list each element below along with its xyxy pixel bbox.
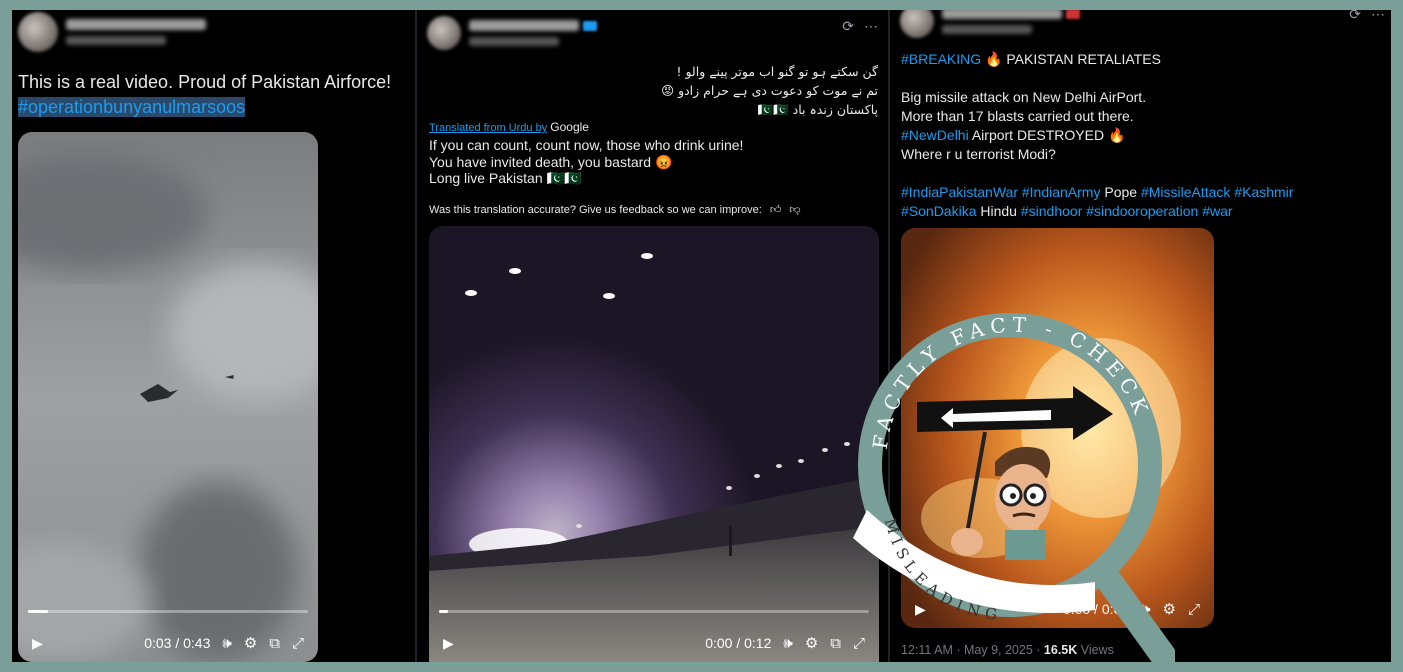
video-player[interactable]: ▶ 0:00 / 0:12 🕪 ⚙ ⧉ ⤢ xyxy=(429,226,879,662)
video-time: 0:03 / 0:43 xyxy=(144,635,211,651)
avatar[interactable] xyxy=(18,12,58,52)
translated-text: If you can count, count now, those who d… xyxy=(429,137,743,187)
settings-icon[interactable]: ⚙ xyxy=(805,634,818,652)
tweet-panel-1: This is a real video. Proud of Pakistan … xyxy=(12,10,415,662)
play-icon[interactable]: ▶ xyxy=(443,635,454,652)
video-time: 0:00 / 0:08 xyxy=(1062,601,1130,617)
tweet-line: More than 17 blasts carried out there. xyxy=(901,108,1134,124)
blurred-user-info xyxy=(469,20,597,46)
tweet-header[interactable] xyxy=(427,16,597,50)
tweet-text: Hindu xyxy=(980,203,1017,219)
timestamp[interactable]: 12:11 AM · May 9, 2025 · xyxy=(901,643,1040,657)
fullscreen-icon[interactable]: ⤢ xyxy=(292,635,304,652)
tweet-line: #NewDelhi Airport DESTROYED 🔥 xyxy=(901,126,1383,145)
video-progress-bar[interactable] xyxy=(439,610,869,613)
screenshot-frame: This is a real video. Proud of Pakistan … xyxy=(12,10,1391,662)
video-player[interactable]: ▶ 0:00 / 0:08 🕪 ⚙ ⤢ xyxy=(901,228,1214,628)
video-progress-fill xyxy=(28,610,48,613)
tweet-line: Where r u terrorist Modi? xyxy=(901,146,1056,162)
avatar[interactable] xyxy=(900,10,934,38)
urdu-line: گن سکتے ہو تو گنو اب موتر پینے والو ! xyxy=(676,64,878,79)
blurred-user-info xyxy=(942,10,1080,34)
hashtag-link[interactable]: #IndiaPakistanWar #IndianArmy xyxy=(901,184,1100,200)
video-frame xyxy=(901,228,1214,628)
tweet-panel-2: ⟳ ⋯ گن سکتے ہو تو گنو اب موتر پینے والو … xyxy=(417,10,888,662)
urdu-line: تم نے موت کو دعوت دی ہے حرام زادو 😡 xyxy=(661,83,878,98)
blurred-user-info xyxy=(66,19,206,45)
views-label: Views xyxy=(1080,643,1114,657)
tweet-body: This is a real video. Proud of Pakistan … xyxy=(18,70,409,120)
video-controls: ▶ 0:00 / 0:12 🕪 ⚙ ⧉ ⤢ xyxy=(429,606,879,662)
video-player[interactable]: ▶ 0:03 / 0:43 🕪 ⚙ ⧉ ⤢ xyxy=(18,132,318,662)
breaking-line: #BREAKING 🔥 PAKISTAN RETALIATES xyxy=(901,50,1383,69)
video-frame xyxy=(429,226,879,662)
hashtag-row: #IndiaPakistanWar #IndianArmy Pope #Miss… xyxy=(901,183,1383,202)
tweet-text: Pope xyxy=(1104,184,1138,200)
thumbs-down-icon[interactable]: 👎︎ xyxy=(789,203,800,216)
translation-line: You have invited death, you bastard 😡 xyxy=(429,153,673,170)
play-icon[interactable]: ▶ xyxy=(32,635,43,652)
translation-line: Long live Pakistan 🇵🇰🇵🇰 xyxy=(429,170,582,186)
hashtag-link[interactable]: #sindhoor #sindooroperation #war xyxy=(1021,203,1233,219)
hashtag-link[interactable]: #NewDelhi xyxy=(901,127,969,143)
hashtag-link[interactable]: #BREAKING xyxy=(901,51,981,67)
tweet-header[interactable] xyxy=(18,12,206,52)
volume-icon[interactable]: 🕪 xyxy=(1141,601,1150,618)
translation-feedback: Was this translation accurate? Give us f… xyxy=(429,203,800,217)
fullscreen-icon[interactable]: ⤢ xyxy=(853,635,865,652)
tweet-text: This is a real video. Proud of Pakistan … xyxy=(18,72,392,92)
views-count: 16.5K xyxy=(1043,643,1078,657)
play-icon[interactable]: ▶ xyxy=(915,601,926,618)
hashtag-link[interactable]: #MissileAttack #Kashmir xyxy=(1141,184,1294,200)
google-logo: Google xyxy=(550,120,589,134)
tweet-line: Big missile attack on New Delhi AirPort. xyxy=(901,89,1147,105)
picture-in-picture-icon[interactable]: ⧉ xyxy=(269,635,280,652)
hashtag-link[interactable]: #operationbunyanulmarsoos xyxy=(18,97,246,117)
settings-icon[interactable]: ⚙ xyxy=(1163,600,1176,618)
more-icon[interactable]: ⋯ xyxy=(864,18,878,35)
video-progress-fill xyxy=(439,610,448,613)
breaking-text: PAKISTAN RETALIATES xyxy=(1006,51,1161,67)
video-time: 0:00 / 0:12 xyxy=(705,635,772,651)
avatar[interactable] xyxy=(427,16,461,50)
video-progress-bar[interactable] xyxy=(28,610,308,613)
hashtag-link[interactable]: #SonDakika xyxy=(901,203,977,219)
tweet-body: #BREAKING 🔥 PAKISTAN RETALIATES Big miss… xyxy=(901,50,1383,221)
grok-icon[interactable]: ⟳ xyxy=(842,18,854,35)
video-controls: ▶ 0:03 / 0:43 🕪 ⚙ ⧉ ⤢ xyxy=(18,606,318,662)
fire-emoji: 🔥 xyxy=(1107,127,1126,143)
video-frame xyxy=(18,132,318,662)
volume-icon[interactable]: 🕪 xyxy=(783,635,792,652)
urdu-line: پاکستان زندہ باد 🇵🇰🇵🇰 xyxy=(757,102,878,117)
translation-attribution[interactable]: Translated from Urdu by Google xyxy=(429,120,589,134)
fullscreen-icon[interactable]: ⤢ xyxy=(1188,601,1200,618)
volume-icon[interactable]: 🕪 xyxy=(222,635,231,652)
picture-in-picture-icon[interactable]: ⧉ xyxy=(830,635,841,652)
hashtag-row: #SonDakika Hindu #sindhoor #sindooropera… xyxy=(901,202,1383,221)
grok-icon[interactable]: ⟳ xyxy=(1349,10,1361,23)
tweet-panel-3: ⟳ ⋯ #BREAKING 🔥 PAKISTAN RETALIATES Big … xyxy=(890,10,1391,662)
feedback-text: Was this translation accurate? Give us f… xyxy=(429,203,762,216)
translation-line: If you can count, count now, those who d… xyxy=(429,137,744,153)
video-controls: ▶ 0:00 / 0:08 🕪 ⚙ ⤢ xyxy=(901,572,1214,628)
more-icon[interactable]: ⋯ xyxy=(1371,10,1385,23)
tweet-header[interactable] xyxy=(900,10,1080,38)
fire-emoji: 🔥 xyxy=(985,51,1003,67)
tweet-text: Airport DESTROYED xyxy=(971,127,1105,143)
translated-from-label[interactable]: Translated from Urdu by xyxy=(429,122,547,134)
settings-icon[interactable]: ⚙ xyxy=(244,634,257,652)
thumbs-up-icon[interactable]: 👍︎ xyxy=(770,203,782,216)
tweet-meta: 12:11 AM · May 9, 2025 · 16.5K Views xyxy=(901,643,1114,657)
urdu-tweet-text: گن سکتے ہو تو گنو اب موتر پینے والو ! تم… xyxy=(438,62,878,119)
